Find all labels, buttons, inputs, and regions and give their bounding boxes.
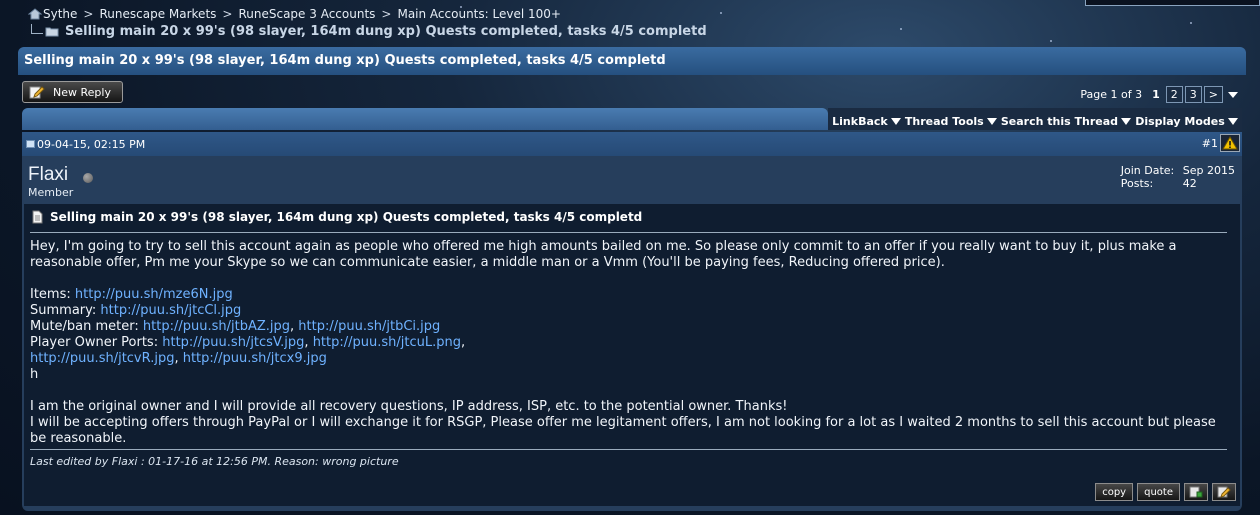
multiquote-icon[interactable] (1184, 483, 1208, 501)
items-link[interactable]: http://puu.sh/mze6N.jpg (75, 287, 233, 302)
pop-line-2: http://puu.sh/jtcvR.jpg, http://puu.sh/j… (30, 351, 327, 366)
folder-icon (45, 26, 59, 37)
closing-line-1: I am the original owner and I will provi… (30, 399, 788, 414)
new-reply-button[interactable]: New Reply (22, 81, 123, 103)
stray-text: h (30, 367, 39, 382)
summary-line: Summary: http://puu.sh/jtcCl.jpg (30, 303, 1234, 319)
linkback-label: LinkBack (832, 115, 888, 128)
linkback-menu[interactable]: LinkBack (832, 115, 901, 128)
join-date: Sep 2015 (1182, 164, 1235, 177)
breadcrumb-current: Selling main 20 x 99's (98 slayer, 164m … (31, 23, 707, 39)
user-info: Join Date: Sep 2015 Posts: 42 (1121, 164, 1235, 190)
post-title-text: Selling main 20 x 99's (98 slayer, 164m … (50, 210, 643, 224)
chevron-down-icon (1121, 118, 1132, 125)
thread-tools-bar: LinkBack Thread Tools Search this Thread… (22, 108, 1242, 130)
username-link[interactable]: Flaxi (28, 164, 68, 186)
background-star (900, 28, 902, 30)
pagination: Page 1 of 3 1 2 3 > (1080, 86, 1238, 103)
items-label: Items: (30, 287, 71, 302)
thread-menu: LinkBack Thread Tools Search this Thread… (828, 108, 1242, 130)
next-page-link[interactable]: > (1203, 86, 1223, 103)
background-star (1190, 22, 1192, 24)
divider (30, 449, 1227, 450)
thread-tools-menu[interactable]: Thread Tools (905, 115, 997, 128)
display-modes-label: Display Modes (1135, 115, 1225, 128)
pop-link-3[interactable]: http://puu.sh/jtcvR.jpg (30, 351, 174, 366)
post-message: Selling main 20 x 99's (98 slayer, 164m … (24, 204, 1240, 506)
breadcrumb-link-main-accounts[interactable]: Main Accounts: Level 100+ (397, 7, 560, 21)
edit-icon[interactable] (1212, 483, 1236, 501)
breadcrumb-link-runescape-markets[interactable]: Runescape Markets (99, 7, 216, 21)
new-reply-label: New Reply (53, 85, 111, 99)
mute-label: Mute/ban meter: (30, 319, 139, 334)
thread-tools-label: Thread Tools (904, 115, 984, 128)
search-thread-menu[interactable]: Search this Thread (1000, 115, 1132, 128)
chevron-down-icon (890, 118, 901, 125)
search-thread-label: Search this Thread (1000, 115, 1119, 128)
post-intro: Hey, I'm going to try to sell this accou… (30, 239, 1177, 270)
copy-button[interactable]: copy (1095, 483, 1134, 501)
post-document-icon (26, 140, 35, 148)
summary-label: Summary: (30, 303, 97, 318)
items-line: Items: http://puu.sh/mze6N.jpg (30, 287, 1234, 303)
closing-line-2: I will be accepting offers through PayPa… (30, 415, 1216, 446)
post-body: Hey, I'm going to try to sell this accou… (30, 239, 1234, 447)
pop-link-1[interactable]: http://puu.sh/jtcsV.jpg (162, 335, 304, 350)
summary-link[interactable]: http://puu.sh/jtcCl.jpg (100, 303, 241, 318)
edited-note: Last edited by Flaxi : 01-17-16 at 12:56… (30, 455, 399, 468)
pencil-icon (29, 85, 45, 99)
thread-title-bar: Selling main 20 x 99's (98 slayer, 164m … (18, 47, 1246, 75)
chevron-down-icon (1227, 118, 1238, 125)
breadcrumb-link-rs3-accounts[interactable]: RuneScape 3 Accounts (238, 7, 375, 21)
mute-line: Mute/ban meter: http://puu.sh/jtbAZ.jpg,… (30, 319, 441, 334)
join-date-label: Join Date: (1120, 164, 1175, 177)
background-star (720, 12, 722, 14)
post-title: Selling main 20 x 99's (98 slayer, 164m … (30, 210, 1234, 224)
divider (30, 232, 1227, 233)
chevron-down-icon[interactable] (1228, 91, 1238, 98)
warning-icon[interactable] (1220, 134, 1240, 152)
page-of-label: Page 1 of 3 (1080, 88, 1143, 101)
header-search-box[interactable] (1085, 0, 1260, 6)
breadcrumb: Sythe > Runescape Markets > RuneScape 3 … (28, 7, 561, 21)
tools-bar-header (22, 108, 828, 130)
breadcrumb-separator: > (83, 7, 94, 21)
chevron-down-icon (986, 118, 997, 125)
post-header: 09-04-15, 02:15 PM #1 (22, 132, 1242, 156)
user-title: Member (28, 186, 74, 199)
post-actions: copy quote (1095, 483, 1236, 501)
page-1: 1 (1152, 88, 1160, 101)
display-modes-menu[interactable]: Display Modes (1135, 115, 1238, 128)
tree-connector (31, 23, 43, 34)
pop-label: Player Owner Ports: (30, 335, 159, 350)
document-icon (32, 210, 43, 224)
post-number-link[interactable]: #1 (1202, 137, 1218, 150)
breadcrumb-separator: > (381, 7, 392, 21)
page-2-link[interactable]: 2 (1165, 86, 1183, 103)
background-star (1050, 40, 1052, 42)
thread-title: Selling main 20 x 99's (98 slayer, 164m … (24, 53, 666, 68)
breadcrumb-separator: > (222, 7, 233, 21)
post-count: 42 (1182, 177, 1197, 190)
pop-link-4[interactable]: http://puu.sh/jtcx9.jpg (183, 351, 327, 366)
pop-link-2[interactable]: http://puu.sh/jtcuL.png (313, 335, 461, 350)
post-date: 09-04-15, 02:15 PM (37, 137, 146, 151)
breadcrumb-link-sythe[interactable]: Sythe (43, 7, 77, 21)
page-3-link[interactable]: 3 (1184, 86, 1202, 103)
mute-link-1[interactable]: http://puu.sh/jtbAZ.jpg (143, 319, 290, 334)
breadcrumb-current-title: Selling main 20 x 99's (98 slayer, 164m … (65, 24, 707, 39)
quote-button[interactable]: quote (1137, 483, 1180, 501)
home-icon[interactable] (28, 8, 42, 20)
pop-line: Player Owner Ports: http://puu.sh/jtcsV.… (30, 335, 466, 350)
posts-label: Posts: (1120, 177, 1154, 190)
post: Flaxi Member Join Date: Sep 2015 Posts: 42… (22, 156, 1242, 511)
mute-link-2[interactable]: http://puu.sh/jtbCi.jpg (298, 319, 440, 334)
offline-status-icon (83, 173, 93, 183)
